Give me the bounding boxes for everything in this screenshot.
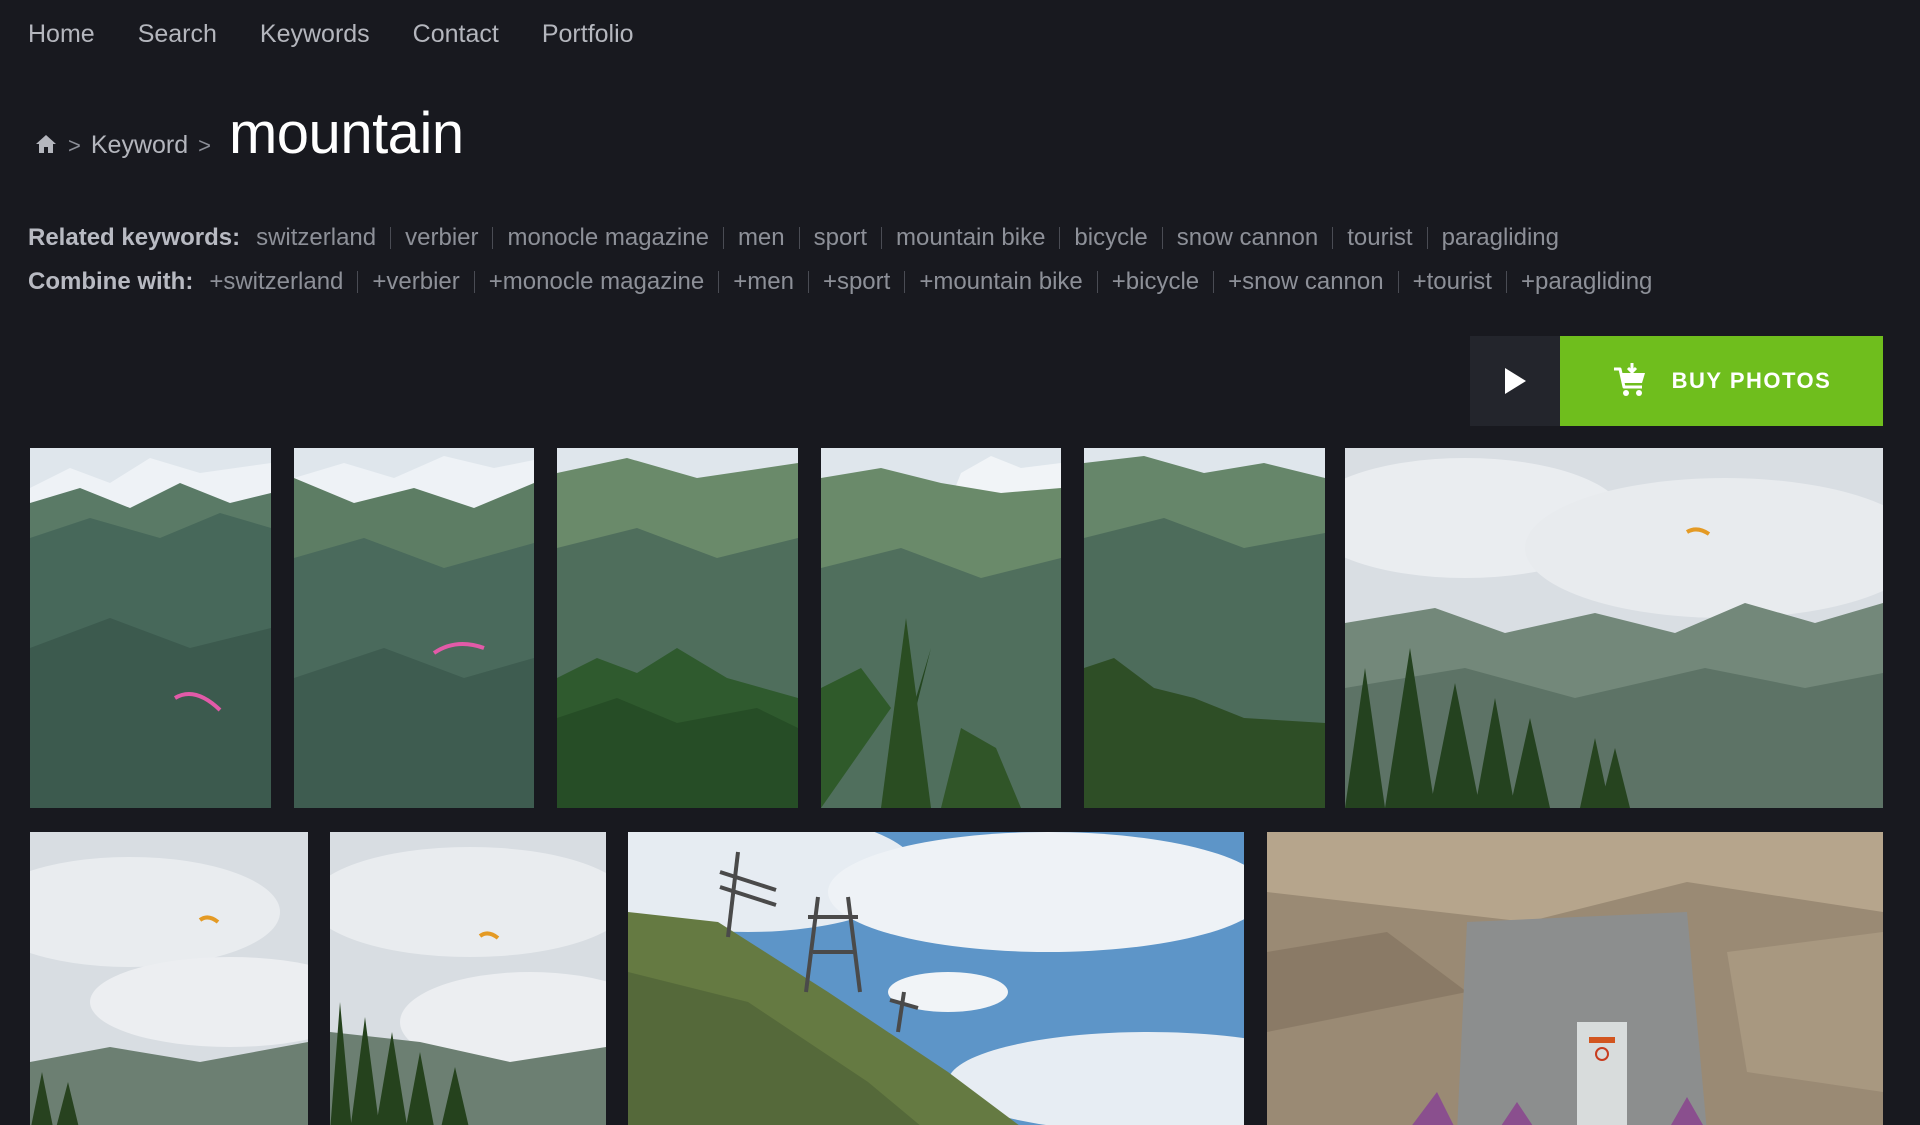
related-keywords-row: Related keywords: switzerland verbier mono… bbox=[28, 224, 1559, 252]
combine-keyword-link[interactable]: +snow cannon bbox=[1228, 268, 1383, 296]
keyword-separator bbox=[1505, 271, 1507, 293]
related-keyword-link[interactable]: verbier bbox=[405, 224, 478, 252]
related-keyword-link[interactable]: switzerland bbox=[256, 224, 376, 252]
combine-keyword-link[interactable]: +switzerland bbox=[209, 268, 343, 296]
photo-thumbnail[interactable] bbox=[330, 832, 606, 1125]
photo-thumbnail[interactable] bbox=[1267, 832, 1883, 1125]
keyword-separator bbox=[1332, 227, 1334, 249]
related-keyword-link[interactable]: snow cannon bbox=[1177, 224, 1318, 252]
keyword-separator bbox=[492, 227, 494, 249]
keyword-separator bbox=[1096, 271, 1098, 293]
related-keyword-link[interactable]: paragliding bbox=[1442, 224, 1559, 252]
photo-thumbnail[interactable] bbox=[30, 832, 308, 1125]
keyword-separator bbox=[722, 227, 724, 249]
related-keyword-link[interactable]: monocle magazine bbox=[507, 224, 708, 252]
combine-keyword-link[interactable]: +tourist bbox=[1413, 268, 1492, 296]
related-keyword-link[interactable]: tourist bbox=[1347, 224, 1412, 252]
combine-keyword-link[interactable]: +sport bbox=[823, 268, 890, 296]
keyword-separator bbox=[473, 271, 475, 293]
keyword-separator bbox=[718, 271, 720, 293]
keyword-separator bbox=[1426, 227, 1428, 249]
combine-keywords-list: +switzerland +verbier +monocle magazine +me… bbox=[209, 268, 1652, 296]
buy-photos-button[interactable]: BUY PHOTOS bbox=[1560, 336, 1883, 426]
keyword-separator bbox=[1213, 271, 1215, 293]
slideshow-play-button[interactable] bbox=[1470, 336, 1560, 426]
keyword-separator bbox=[1059, 227, 1061, 249]
shopping-cart-icon bbox=[1613, 363, 1645, 396]
breadcrumb-separator: > bbox=[198, 133, 211, 158]
keyword-separator bbox=[1397, 271, 1399, 293]
related-keywords-list: switzerland verbier monocle magazine men spo… bbox=[256, 224, 1559, 252]
home-icon[interactable] bbox=[34, 133, 58, 155]
combine-keyword-link[interactable]: +paragliding bbox=[1521, 268, 1652, 296]
combine-keywords-label: Combine with: bbox=[28, 268, 194, 295]
play-icon bbox=[1505, 368, 1526, 394]
photo-thumbnail[interactable] bbox=[628, 832, 1244, 1125]
nav-keywords[interactable]: Keywords bbox=[260, 20, 370, 49]
nav-portfolio[interactable]: Portfolio bbox=[542, 20, 634, 49]
related-keyword-link[interactable]: sport bbox=[814, 224, 867, 252]
breadcrumb-keyword-link[interactable]: Keyword bbox=[91, 131, 188, 160]
keyword-separator bbox=[798, 227, 800, 249]
related-keywords-label: Related keywords: bbox=[28, 224, 241, 251]
combine-keyword-link[interactable]: +mountain bike bbox=[919, 268, 1082, 296]
breadcrumb-separator: > bbox=[68, 133, 81, 158]
photo-thumbnail[interactable] bbox=[294, 448, 534, 808]
related-keyword-link[interactable]: men bbox=[738, 224, 785, 252]
combine-keyword-link[interactable]: +monocle magazine bbox=[489, 268, 704, 296]
buy-photos-label: BUY PHOTOS bbox=[1671, 368, 1832, 393]
combine-keyword-link[interactable]: +men bbox=[733, 268, 794, 296]
keyword-separator bbox=[390, 227, 392, 249]
photo-thumbnail[interactable] bbox=[1084, 448, 1325, 808]
related-keyword-link[interactable]: bicycle bbox=[1074, 224, 1147, 252]
keyword-separator bbox=[807, 271, 809, 293]
combine-keyword-link[interactable]: +bicycle bbox=[1112, 268, 1199, 296]
combine-keyword-link[interactable]: +verbier bbox=[372, 268, 459, 296]
breadcrumb: > Keyword > mountain bbox=[34, 100, 464, 167]
nav-search[interactable]: Search bbox=[138, 20, 217, 49]
page: Home Search Keywords Contact Portfolio >… bbox=[0, 0, 1920, 1125]
keyword-separator bbox=[904, 271, 906, 293]
photo-thumbnail[interactable] bbox=[30, 448, 271, 808]
combine-keywords-row: Combine with: +switzerland +verbier +monoc… bbox=[28, 268, 1652, 296]
photo-thumbnail[interactable] bbox=[1345, 448, 1883, 808]
nav-contact[interactable]: Contact bbox=[413, 20, 499, 49]
keyword-separator bbox=[1161, 227, 1163, 249]
photo-thumbnail[interactable] bbox=[557, 448, 798, 808]
photo-thumbnail[interactable] bbox=[821, 448, 1061, 808]
page-title: mountain bbox=[228, 101, 464, 166]
nav-home[interactable]: Home bbox=[28, 20, 95, 49]
related-keyword-link[interactable]: mountain bike bbox=[896, 224, 1045, 252]
keyword-separator bbox=[357, 271, 359, 293]
top-nav: Home Search Keywords Contact Portfolio bbox=[28, 20, 634, 49]
keyword-separator bbox=[880, 227, 882, 249]
